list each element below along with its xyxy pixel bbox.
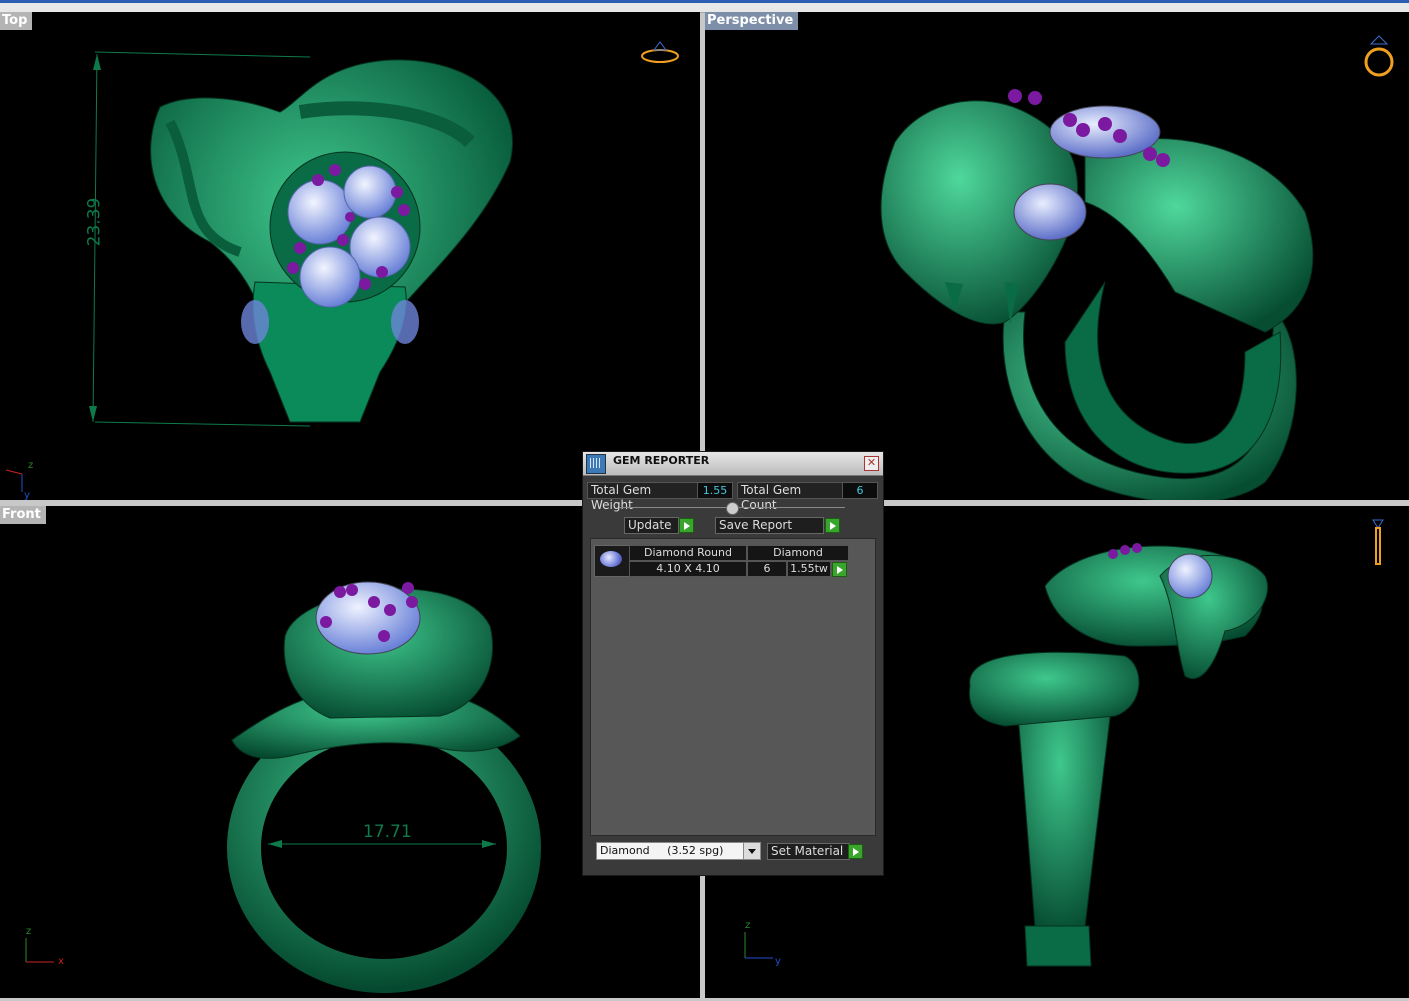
gem-shape-cell[interactable]: Diamond Round <box>629 545 747 561</box>
material-select[interactable]: Diamond (3.52 spg) <box>596 842 761 860</box>
title-bar-edge <box>0 0 1409 3</box>
viewport-label-perspective[interactable]: Perspective <box>705 12 799 30</box>
svg-text:x: x <box>58 956 64 967</box>
gem-reporter-title-bar[interactable]: GEM REPORTER ✕ <box>583 452 883 476</box>
viewport-label-front[interactable]: Front <box>0 506 46 524</box>
row-go-icon[interactable] <box>832 562 847 577</box>
save-report-button-label: Save Report <box>719 518 793 532</box>
viewport-top[interactable]: zy 23.39 Top <box>0 12 700 500</box>
close-icon[interactable]: ✕ <box>864 456 879 471</box>
gem-reporter-title: GEM REPORTER <box>613 454 710 467</box>
slider-knob[interactable] <box>726 502 739 515</box>
total-gem-weight-label: Total Gem Weight <box>587 482 699 512</box>
perspective-view-render <box>880 35 1394 500</box>
save-report-go-icon[interactable] <box>825 518 840 533</box>
svg-text:z: z <box>26 926 31 937</box>
svg-text:y: y <box>24 490 30 500</box>
gem-reporter-panel[interactable]: GEM REPORTER ✕ Total Gem Weight 1.55 Tot… <box>582 451 884 876</box>
update-go-icon[interactable] <box>679 518 694 533</box>
save-report-button[interactable]: Save Report <box>715 517 824 534</box>
gem-reporter-app-icon <box>586 454 606 474</box>
update-button-label: Update <box>628 518 672 532</box>
gem-count-cell[interactable]: 6 <box>747 561 787 577</box>
top-view-render: zy <box>5 41 679 500</box>
gem-size-cell[interactable]: 4.10 X 4.10 <box>629 561 747 577</box>
svg-text:z: z <box>28 460 33 471</box>
total-gem-weight-value: 1.55 <box>697 482 733 499</box>
viewport-perspective[interactable]: Perspective <box>705 12 1409 500</box>
chevron-down-icon[interactable] <box>743 843 760 859</box>
total-gem-count-value: 6 <box>842 482 878 499</box>
gem-weight-cell[interactable]: 1.55tw <box>787 561 831 577</box>
round-diamond-icon <box>594 545 630 577</box>
total-gem-count-label: Total Gem Count <box>737 482 843 512</box>
dimension-height: 23.39 <box>84 197 105 247</box>
set-material-button-label: Set Material <box>771 844 844 858</box>
gem-material-cell[interactable]: Diamond <box>747 545 849 561</box>
svg-text:z: z <box>745 920 750 931</box>
viewport-label-top[interactable]: Top <box>0 12 33 30</box>
set-material-button[interactable]: Set Material <box>767 843 850 860</box>
material-select-value: Diamond (3.52 spg) <box>600 844 724 857</box>
update-button[interactable]: Update <box>624 517 679 534</box>
set-material-go-icon[interactable] <box>848 844 863 859</box>
gem-list[interactable]: Diamond Round Diamond 4.10 X 4.10 6 1.55… <box>590 538 876 836</box>
dimension-inner-diameter: 17.71 <box>363 822 412 842</box>
svg-text:y: y <box>775 956 781 967</box>
